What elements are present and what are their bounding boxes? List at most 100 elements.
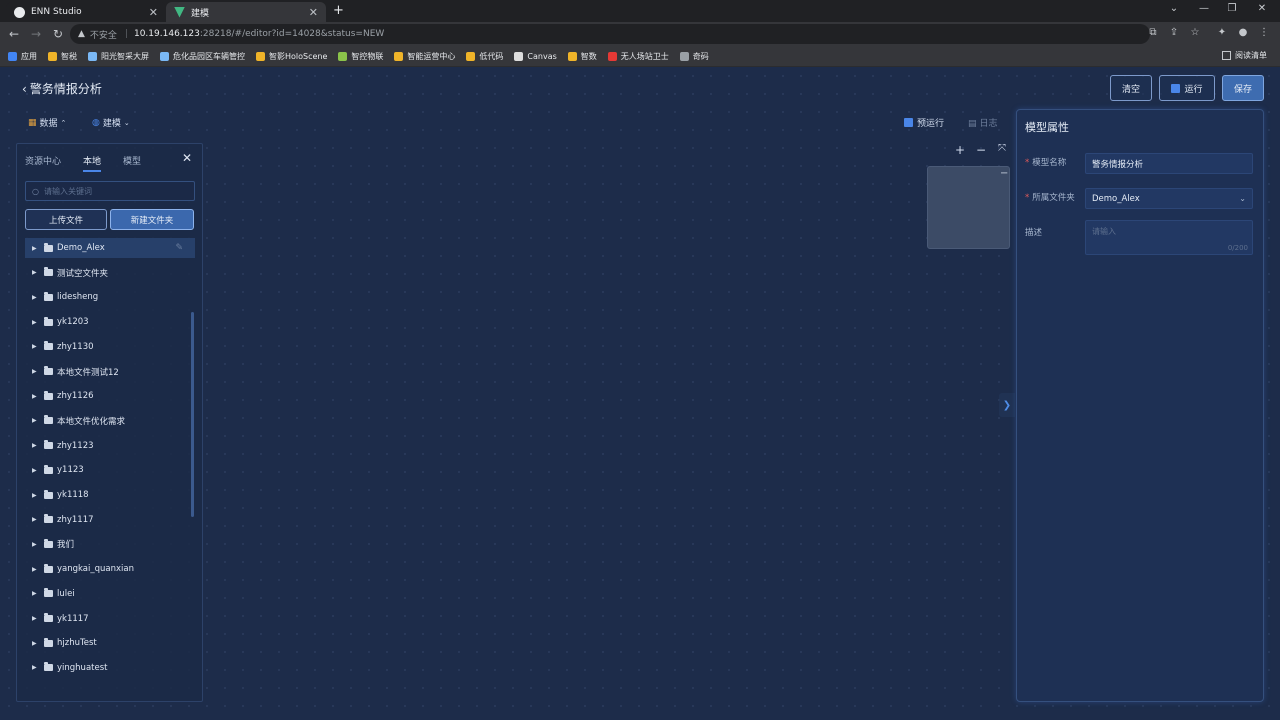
tree-folder-row[interactable]: ▶ lidesheng [25, 287, 195, 307]
folder-select[interactable]: Demo_Alex ⌄ [1085, 188, 1253, 209]
expand-arrow-icon[interactable]: ▶ [32, 294, 42, 301]
bookmark-item[interactable]: 无人场站卫士 [607, 51, 669, 62]
share-icon[interactable]: ⇪ [1167, 27, 1181, 41]
tree-folder-row[interactable]: ▶ hjzhuTest [25, 633, 195, 653]
description-textarea[interactable]: 请输入 0/200 [1085, 220, 1253, 255]
tree-folder-row[interactable]: ▶ zhy1117 [25, 510, 195, 530]
zoom-out-icon[interactable]: − [974, 143, 988, 157]
expand-arrow-icon[interactable]: ▶ [32, 566, 42, 573]
clear-button[interactable]: 清空 [1110, 75, 1152, 101]
minimap[interactable] [927, 166, 1010, 249]
profile-icon[interactable]: ● [1236, 27, 1250, 41]
page-title-text: 警务情报分析 [29, 82, 102, 96]
minimap-collapse-icon[interactable]: − [1000, 168, 1008, 179]
table-icon: ▦ [28, 117, 37, 128]
log-button[interactable]: ▤ 日志 [968, 116, 998, 129]
expand-arrow-icon[interactable]: ▶ [32, 393, 42, 400]
new-tab-icon[interactable]: + [333, 3, 344, 18]
expand-arrow-icon[interactable]: ▶ [32, 368, 42, 375]
bookmark-item[interactable]: 危化品园区车辆管控 [160, 51, 245, 62]
run-button[interactable]: 运行 [1159, 75, 1215, 101]
edit-icon[interactable]: ✎ [175, 243, 183, 253]
page-title[interactable]: ‹ 警务情报分析 [22, 80, 102, 97]
model-icon: ◍ [92, 117, 100, 128]
expand-arrow-icon[interactable]: ▶ [32, 664, 42, 671]
url-input[interactable]: ▲ 不安全 | 10.19.146.123 :28218/#/editor?id… [70, 24, 1150, 44]
save-button[interactable]: 保存 [1222, 75, 1264, 101]
bookmark-item[interactable]: 阳光智采大屏 [88, 51, 149, 62]
upload-file-button[interactable]: 上传文件 [25, 209, 107, 230]
tree-folder-row[interactable]: ▶ yangkai_quanxian [25, 559, 195, 579]
close-icon[interactable]: ✕ [309, 6, 318, 19]
expand-arrow-icon[interactable]: ▶ [32, 442, 42, 449]
tree-folder-row[interactable]: ▶ lulei [25, 584, 195, 604]
search-icon: ○ [32, 186, 39, 196]
new-folder-button[interactable]: 新建文件夹 [110, 209, 194, 230]
expand-arrow-icon[interactable]: ▶ [32, 541, 42, 548]
tree-scrollbar[interactable] [191, 312, 194, 517]
expand-arrow-icon[interactable]: ▶ [32, 516, 42, 523]
reload-icon[interactable]: ↻ [50, 26, 66, 42]
tree-folder-row[interactable]: ▶ 测试空文件夹 [25, 263, 195, 283]
tab-resource-center[interactable]: 资源中心 [25, 154, 61, 167]
expand-arrow-icon[interactable]: ▶ [32, 640, 42, 647]
tree-folder-row[interactable]: ▶ y1123 [25, 460, 195, 480]
tab-search-icon[interactable]: ⌄ [1160, 3, 1188, 14]
reading-list[interactable]: 阅读清单 [1222, 50, 1267, 61]
minimize-icon[interactable]: — [1190, 3, 1218, 14]
expand-arrow-icon[interactable]: ▶ [32, 245, 42, 252]
model-name-input[interactable]: 警务情报分析 [1085, 153, 1253, 174]
tree-folder-row[interactable]: ▶ 本地文件优化需求 [25, 411, 195, 431]
extensions-icon[interactable]: ✦ [1215, 27, 1229, 41]
tree-folder-row[interactable]: ▶ yinghuatest [25, 658, 195, 678]
tree-folder-row[interactable]: ▶ zhy1123 [25, 436, 195, 456]
bookmark-item[interactable]: 智影HoloScene [256, 51, 327, 62]
expand-arrow-icon[interactable]: ▶ [32, 343, 42, 350]
model-menu-button[interactable]: ◍ 建模 ⌄ [92, 116, 130, 130]
tab-model[interactable]: 模型 [123, 154, 141, 167]
expand-arrow-icon[interactable]: ▶ [32, 492, 42, 499]
menu-icon[interactable]: ⋮ [1257, 27, 1271, 41]
back-chevron-icon[interactable]: ‹ [22, 82, 27, 96]
expand-arrow-icon[interactable]: ▶ [32, 467, 42, 474]
tree-folder-row[interactable]: ▶ yk1118 [25, 485, 195, 505]
star-icon[interactable]: ☆ [1188, 27, 1202, 41]
window-close-icon[interactable]: ✕ [1248, 3, 1276, 14]
bookmark-item[interactable]: 智控物联 [338, 51, 383, 62]
expand-arrow-icon[interactable]: ▶ [32, 615, 42, 622]
bookmark-item[interactable]: 低代码 [466, 51, 503, 62]
tab-local[interactable]: 本地 [83, 154, 101, 167]
zoom-in-icon[interactable]: + [953, 143, 967, 157]
tree-folder-row[interactable]: ▶ 我们 [25, 534, 195, 554]
tab-jianmo[interactable]: 建模 ✕ [166, 2, 326, 22]
back-icon[interactable]: ← [6, 26, 22, 42]
bookmark-item[interactable]: 应用 [8, 51, 37, 62]
tree-folder-row[interactable]: ▶ zhy1126 [25, 386, 195, 406]
close-icon[interactable]: ✕ [182, 151, 192, 165]
forward-icon[interactable]: → [28, 26, 44, 42]
expand-arrow-icon[interactable]: ▶ [32, 417, 42, 424]
bookmark-item[interactable]: 智税 [48, 51, 77, 62]
expand-arrow-icon[interactable]: ▶ [32, 319, 42, 326]
expand-arrow-icon[interactable]: ▶ [32, 590, 42, 597]
fit-view-icon[interactable]: ⤧ [995, 143, 1009, 154]
expand-arrow-icon[interactable]: ▶ [32, 269, 42, 276]
bookmark-item[interactable]: 奇码 [679, 51, 709, 62]
restore-icon[interactable]: ❐ [1218, 3, 1246, 14]
bookmark-item[interactable]: Canvas [514, 51, 557, 61]
tree-folder-row[interactable]: ▶ 本地文件测试12 [25, 362, 195, 382]
tree-folder-row[interactable]: ▶ zhy1130 [25, 337, 195, 357]
bookmark-item[interactable]: 智能运营中心 [394, 51, 455, 62]
data-menu-button[interactable]: ▦ 数据 ⌃ [28, 116, 66, 130]
tree-folder-row[interactable]: ▶ yk1117 [25, 609, 195, 629]
prerun-button[interactable]: 预运行 [904, 116, 944, 129]
close-icon[interactable]: ✕ [149, 6, 158, 19]
expand-panel-icon[interactable]: ❯ [999, 393, 1015, 417]
tree-folder-row[interactable]: ▶ Demo_Alex ✎ [25, 238, 195, 258]
search-input[interactable]: ○ 请输入关键词 [25, 181, 195, 201]
save-label: 保存 [1233, 84, 1252, 95]
bookmark-item[interactable]: 智数 [567, 51, 597, 62]
tree-folder-row[interactable]: ▶ yk1203 [25, 312, 195, 332]
translate-icon[interactable]: ⧉ [1146, 27, 1160, 41]
tab-enn-studio[interactable]: ENN Studio ✕ [6, 2, 166, 22]
